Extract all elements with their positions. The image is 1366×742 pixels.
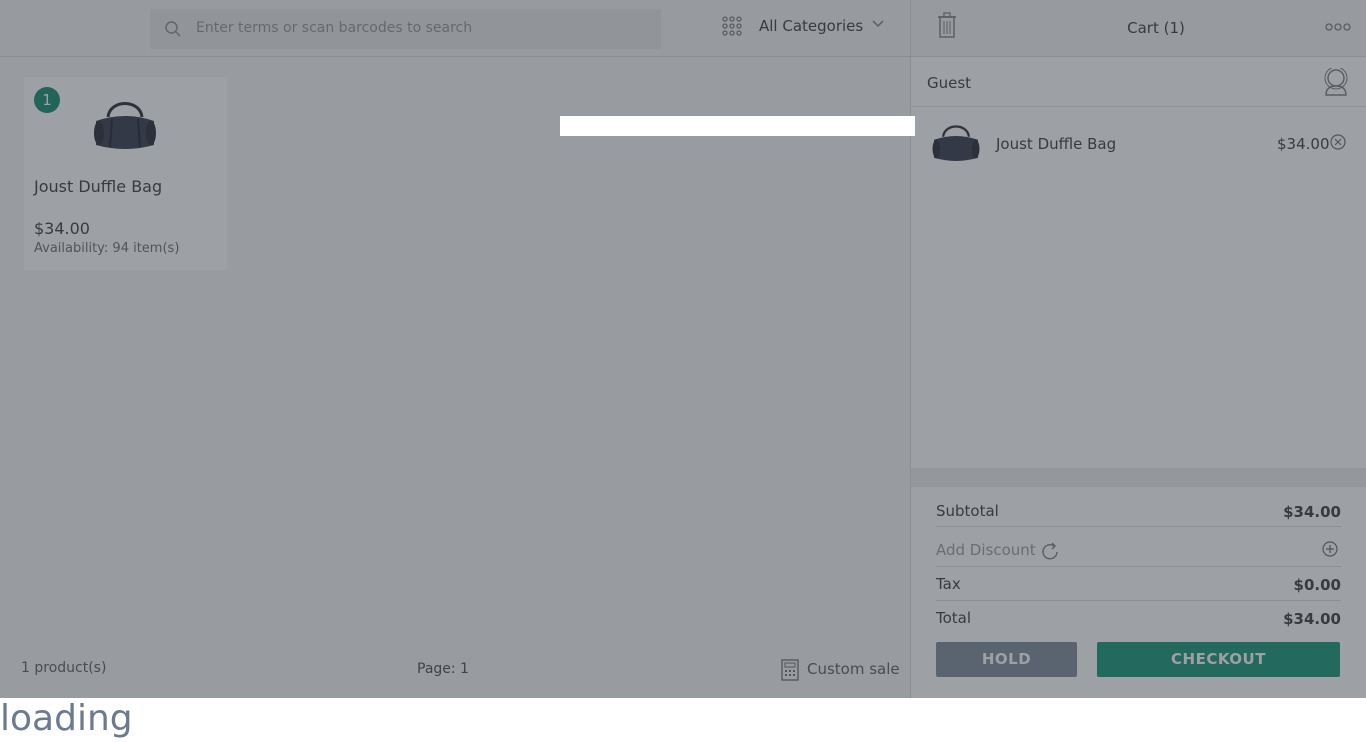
pos-app: Enter terms or scan barcodes to search A… bbox=[0, 0, 1366, 698]
loading-text: loading bbox=[0, 698, 133, 739]
loading-overlay bbox=[0, 0, 1366, 698]
loading-bar bbox=[560, 116, 915, 136]
